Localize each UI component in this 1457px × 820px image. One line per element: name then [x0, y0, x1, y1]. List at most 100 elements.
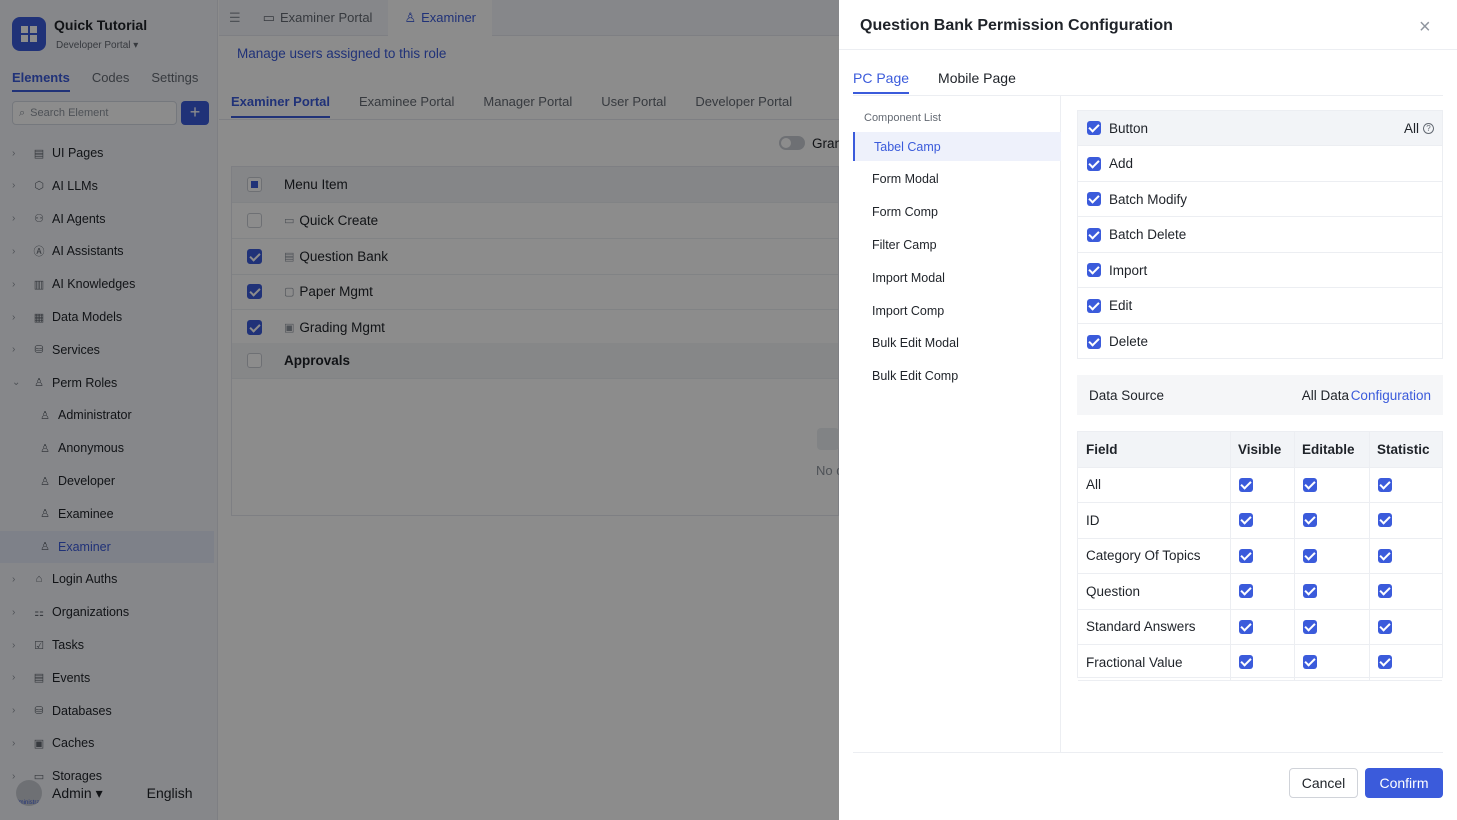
button-header-label: Button: [1109, 120, 1149, 136]
component-item[interactable]: Form Modal: [853, 165, 1061, 194]
cancel-button[interactable]: Cancel: [1289, 768, 1358, 798]
button-checkbox[interactable]: [1087, 298, 1101, 313]
component-item[interactable]: Import Modal: [853, 263, 1061, 292]
all-label: All: [1403, 120, 1419, 136]
field-statistic-cell: [1370, 503, 1442, 538]
data-source-value: All Data: [1301, 387, 1349, 403]
component-item[interactable]: Tabel Camp: [853, 132, 1061, 161]
field-permission-table: Field Visible Editable Statistic All ID Ca…: [1077, 431, 1443, 681]
button-label: Add: [1109, 156, 1134, 171]
field-editable-cell: [1295, 609, 1370, 644]
confirm-button[interactable]: Confirm: [1365, 768, 1443, 798]
component-list-title: Component List: [864, 112, 942, 124]
field-statistic-cell: [1370, 610, 1442, 645]
modal-overlay[interactable]: [0, 0, 839, 820]
component-item[interactable]: Form Comp: [853, 198, 1061, 227]
help-icon[interactable]: ?: [1423, 122, 1434, 134]
statistic-checkbox[interactable]: [1378, 584, 1392, 599]
button-permission-row: Edit: [1078, 289, 1442, 324]
divider: [853, 752, 1443, 753]
visible-checkbox[interactable]: [1239, 655, 1253, 670]
field-statistic-cell: [1370, 539, 1442, 574]
button-all-checkbox[interactable]: [1087, 121, 1101, 135]
table-row: All: [1078, 467, 1442, 503]
button-checkbox[interactable]: [1087, 334, 1101, 349]
field-table-header: Field Visible Editable Statistic: [1078, 432, 1442, 468]
editable-checkbox[interactable]: [1303, 584, 1317, 599]
field-name: Fractional Value: [1078, 645, 1231, 680]
field-editable-cell: [1295, 645, 1370, 680]
visible-checkbox[interactable]: [1239, 584, 1253, 599]
button-checkbox[interactable]: [1087, 156, 1101, 171]
statistic-checkbox[interactable]: [1378, 477, 1392, 492]
table-row: Fractional Value: [1078, 645, 1442, 681]
column-header-field: Field: [1078, 432, 1231, 467]
button-header-row: Button All ?: [1078, 111, 1442, 146]
field-visible-cell: [1231, 574, 1295, 609]
table-row: Standard Answers: [1078, 609, 1442, 645]
divider: [839, 49, 1457, 50]
data-source-label: Data Source: [1089, 387, 1165, 403]
field-visible-cell: [1231, 503, 1295, 538]
field-visible-cell: [1231, 645, 1295, 680]
editable-checkbox[interactable]: [1303, 655, 1317, 670]
field-visible-cell: [1231, 538, 1295, 573]
field-editable-cell: [1295, 503, 1370, 538]
page-type-tabs: PC Page Mobile Page: [853, 70, 1016, 94]
button-permission-row: Batch Modify: [1078, 182, 1442, 217]
field-name: Category Of Topics: [1078, 538, 1231, 573]
button-permission-row: Delete: [1078, 324, 1442, 359]
field-editable-cell: [1295, 574, 1370, 609]
editable-checkbox[interactable]: [1303, 619, 1317, 634]
tab-mobile-page[interactable]: Mobile Page: [938, 70, 1016, 94]
button-permission-row: Add: [1078, 147, 1442, 182]
field-editable-cell: [1295, 467, 1370, 502]
configuration-link[interactable]: Configuration: [1351, 388, 1431, 403]
button-label: Batch Delete: [1109, 227, 1187, 242]
editable-checkbox[interactable]: [1303, 477, 1317, 492]
data-source-row: Data Source All Data Configuration: [1077, 375, 1443, 415]
field-name: All: [1078, 467, 1231, 502]
field-editable-cell: [1295, 538, 1370, 573]
field-statistic-cell: [1370, 574, 1442, 609]
column-header-statistic: Statistic: [1377, 441, 1430, 457]
component-item[interactable]: Bulk Edit Comp: [853, 362, 1061, 391]
editable-checkbox[interactable]: [1303, 548, 1317, 563]
statistic-checkbox[interactable]: [1378, 655, 1392, 670]
statistic-checkbox[interactable]: [1378, 548, 1392, 563]
visible-checkbox[interactable]: [1239, 513, 1253, 528]
field-name: Standard Answers: [1078, 609, 1231, 644]
all-toggle[interactable]: All ?: [1404, 121, 1434, 136]
component-item[interactable]: Import Comp: [853, 296, 1061, 325]
table-row: Question: [1078, 574, 1442, 610]
button-label: Edit: [1109, 298, 1133, 313]
tab-pc-page[interactable]: PC Page: [853, 70, 910, 94]
close-icon[interactable]: ×: [1419, 16, 1431, 39]
field-visible-cell: [1231, 467, 1295, 502]
field-visible-cell: [1231, 609, 1295, 644]
permission-drawer: Question Bank Permission Configuration ×…: [839, 0, 1457, 820]
button-checkbox[interactable]: [1087, 263, 1101, 277]
visible-checkbox[interactable]: [1239, 477, 1253, 492]
button-permissions: Button All ? Add Batch Modify Batch Delete…: [1077, 110, 1443, 359]
column-header-editable: Editable: [1295, 432, 1370, 467]
column-header-visible: Visible: [1231, 432, 1295, 467]
statistic-checkbox[interactable]: [1378, 513, 1392, 528]
field-statistic-cell: [1370, 468, 1442, 503]
drawer-title: Question Bank Permission Configuration: [860, 17, 1173, 34]
button-label: Delete: [1109, 334, 1149, 349]
button-permission-row: Batch Delete: [1078, 218, 1442, 253]
component-item[interactable]: Bulk Edit Modal: [853, 329, 1061, 358]
button-checkbox[interactable]: [1087, 227, 1101, 242]
button-checkbox[interactable]: [1087, 192, 1101, 206]
statistic-checkbox[interactable]: [1378, 619, 1392, 634]
table-row: ID: [1078, 503, 1442, 539]
editable-checkbox[interactable]: [1303, 513, 1317, 528]
button-label: Batch Modify: [1109, 191, 1188, 207]
button-permission-row: Import: [1078, 253, 1442, 288]
component-item[interactable]: Filter Camp: [853, 230, 1061, 259]
component-list: Component List Tabel Camp Form Modal Form …: [853, 96, 1061, 752]
field-name: Question: [1078, 574, 1231, 609]
visible-checkbox[interactable]: [1239, 619, 1253, 634]
visible-checkbox[interactable]: [1239, 548, 1253, 563]
